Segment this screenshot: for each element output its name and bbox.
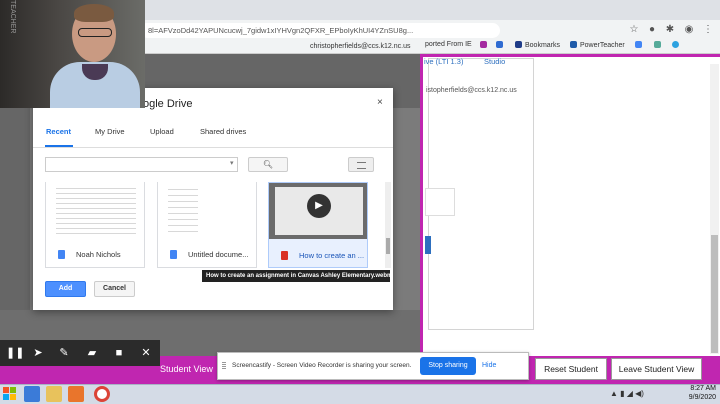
search-icon: 🔍︎ xyxy=(262,160,274,169)
picker-scrollbar[interactable] xyxy=(385,182,391,268)
search-input[interactable] xyxy=(45,157,238,172)
file-card-selected[interactable]: ▶ How to create an ... xyxy=(268,182,368,268)
leave-student-view-button[interactable]: Leave Student View xyxy=(611,358,702,380)
drag-handle-icon[interactable] xyxy=(222,362,226,370)
page-scrollbar-thumb[interactable] xyxy=(711,235,718,353)
bookmark-imported[interactable]: ported From IE xyxy=(425,41,472,48)
close-toolbar-icon[interactable]: ✕ xyxy=(138,345,154,361)
file-tooltip: How to create an assignment in Canvas As… xyxy=(202,270,392,282)
tab-lti[interactable]: ive (LTI 1.3) xyxy=(424,57,463,66)
video-file-icon xyxy=(281,251,288,260)
student-view-label: Student View xyxy=(160,364,213,374)
file-thumbnail xyxy=(158,182,256,238)
bookmark-bookmarks[interactable]: Bookmarks xyxy=(515,41,560,49)
share-message: Screencastify - Screen Video Recorder is… xyxy=(232,362,412,369)
file-thumbnail xyxy=(46,182,144,238)
close-icon[interactable]: × xyxy=(377,97,383,108)
file-name: Untitled docume... xyxy=(188,250,249,259)
file-card[interactable]: Noah Nichols xyxy=(45,182,145,268)
webcam-sign: TEACHER xyxy=(9,0,16,34)
file-name: How to create an ... xyxy=(299,251,365,260)
bookmark-p-icon[interactable] xyxy=(480,41,490,49)
clock-time[interactable]: 8:27 AM xyxy=(680,385,716,392)
tab-shared-drives[interactable]: Shared drives xyxy=(200,127,246,136)
pause-icon[interactable]: ❚❚ xyxy=(6,345,24,361)
bookmark-people-icon[interactable] xyxy=(496,41,506,49)
list-view-button[interactable] xyxy=(348,157,374,172)
google-docs-icon xyxy=(170,250,177,259)
address-bar[interactable]: 8l=AFVzoDd42YAPUNcucwj_7gidw1xIYHVgn2QFX… xyxy=(140,23,500,38)
annotation-toolbar xyxy=(0,340,160,366)
system-tray-icons[interactable]: ▲ ▮ ◢ ◀) xyxy=(610,389,644,398)
chevron-down-icon[interactable]: ▾ xyxy=(230,159,234,167)
canvas-blue-button[interactable] xyxy=(425,236,431,254)
media-player-icon[interactable] xyxy=(68,386,84,402)
play-icon: ▶ xyxy=(307,194,331,218)
pen-icon[interactable]: ✎ xyxy=(56,345,72,361)
extension-icon[interactable]: ☆ xyxy=(628,24,640,36)
google-docs-icon xyxy=(58,250,65,259)
stop-sharing-button[interactable]: Stop sharing xyxy=(420,357,476,375)
canvas-input[interactable] xyxy=(425,188,455,216)
add-button[interactable]: Add xyxy=(45,281,86,297)
bookmark-google-icon[interactable] xyxy=(635,41,645,49)
canvas-user-email: istopherfields@ccs.k12.nc.us xyxy=(426,87,517,94)
tab-upload[interactable]: Upload xyxy=(150,127,174,136)
cancel-button[interactable]: Cancel xyxy=(94,281,135,297)
header-user-email: christopherfields@ccs.k12.nc.us xyxy=(310,43,411,50)
video-thumbnail: ▶ xyxy=(269,183,367,239)
bookmark-powerteacher[interactable]: PowerTeacher xyxy=(570,41,625,49)
eraser-icon[interactable]: ▰ xyxy=(84,345,100,361)
record-icon[interactable]: ● xyxy=(646,24,658,36)
bookmark-circle-icon[interactable] xyxy=(672,41,682,49)
windows-start-icon[interactable] xyxy=(2,386,18,402)
cursor-icon[interactable]: ➤ xyxy=(30,345,46,361)
tab-my-drive[interactable]: My Drive xyxy=(95,127,125,136)
ie-icon[interactable] xyxy=(24,386,40,402)
puzzle-icon[interactable]: ✱ xyxy=(664,24,676,36)
search-button[interactable]: 🔍︎ xyxy=(248,157,288,172)
picker-scrollbar-thumb[interactable] xyxy=(386,238,390,254)
file-name: Noah Nichols xyxy=(76,250,121,259)
file-explorer-icon[interactable] xyxy=(46,386,62,402)
picker-title: ogle Drive xyxy=(143,98,193,110)
reset-student-button[interactable]: Reset Student xyxy=(535,358,607,380)
chrome-icon[interactable] xyxy=(94,386,110,402)
bookmark-globe-icon[interactable] xyxy=(654,41,664,49)
webcam-overlay: TEACHER xyxy=(0,0,145,108)
profile-icon[interactable]: ◉ xyxy=(683,24,695,36)
tab-studio[interactable]: Studio xyxy=(484,57,505,66)
hide-button[interactable]: Hide xyxy=(482,362,496,369)
menu-icon[interactable]: ⋮ xyxy=(702,24,714,36)
clock-date[interactable]: 9/9/2020 xyxy=(680,394,716,401)
camera-icon[interactable]: ■ xyxy=(111,345,127,361)
file-card[interactable]: Untitled docume... xyxy=(157,182,257,268)
tab-divider xyxy=(33,147,393,148)
tab-recent[interactable]: Recent xyxy=(46,127,71,136)
